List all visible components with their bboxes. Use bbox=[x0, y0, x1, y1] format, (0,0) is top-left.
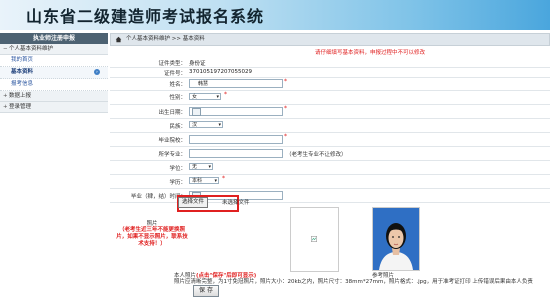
broken-image-icon bbox=[311, 236, 317, 242]
required-mark: * bbox=[224, 91, 227, 98]
photo-label: 照片 bbox=[146, 221, 158, 227]
breadcrumb-text: 个人基本资料维护 >> 基本资料 bbox=[126, 36, 205, 42]
sidebar-item-basic-info[interactable]: 基本资料 › bbox=[0, 67, 108, 79]
row-gender: 性别： 女 * bbox=[110, 90, 550, 105]
app-title: 山东省二级建造师考试报名系统 bbox=[26, 7, 265, 26]
sidebar-item-exam-info[interactable]: 报考信息 bbox=[0, 79, 108, 91]
id-number-label: 证件号： bbox=[163, 71, 186, 77]
id-type-label: 证件类型： bbox=[158, 61, 186, 67]
row-name: 姓名： 韩慧 * bbox=[110, 77, 550, 91]
header-banner: 山东省二级建造师考试报名系统 bbox=[0, 0, 550, 30]
birth-label: 出生日期： bbox=[158, 110, 186, 116]
calendar-icon[interactable] bbox=[192, 108, 201, 116]
row-major: 所学专业： （老考生专业不让修改） bbox=[110, 146, 550, 161]
major-label: 所学专业： bbox=[158, 152, 186, 158]
row-education: 学历： 本科 * bbox=[110, 174, 550, 189]
sidebar-group-label: 登录管理 bbox=[9, 104, 32, 110]
sidebar-group-login[interactable]: + 登录管理 bbox=[0, 102, 108, 113]
sidebar-item-home[interactable]: 我的首页 bbox=[0, 55, 108, 67]
row-school: 毕业院校： * bbox=[110, 132, 550, 147]
row-ethnic: 民族： 汉 bbox=[110, 118, 550, 133]
required-mark: * bbox=[222, 175, 225, 182]
sidebar-group-upload[interactable]: + 数据上报 bbox=[0, 91, 108, 102]
home-icon bbox=[115, 36, 122, 43]
name-value: 韩慧 bbox=[198, 81, 209, 87]
school-input[interactable] bbox=[189, 135, 283, 144]
row-graduation: 毕业（肄，结）时间： bbox=[110, 188, 550, 203]
degree-label: 学位： bbox=[169, 166, 186, 172]
education-select[interactable]: 本科 bbox=[189, 177, 219, 185]
gender-label: 性别： bbox=[169, 95, 186, 101]
ethnic-label: 民族： bbox=[169, 124, 186, 130]
education-label: 学历： bbox=[169, 180, 186, 186]
required-mark: * bbox=[284, 133, 287, 140]
row-birth: 出生日期： * bbox=[110, 104, 550, 119]
sidebar-header: 执业师注册申报 bbox=[0, 33, 108, 44]
id-number-value: 370105197207055029 bbox=[189, 69, 252, 75]
sidebar-group-label: 个人基本资料维护 bbox=[9, 46, 54, 52]
save-button[interactable]: 保 存 bbox=[193, 285, 219, 297]
sample-photo bbox=[372, 207, 420, 271]
major-input[interactable] bbox=[189, 149, 283, 158]
name-label: 姓名： bbox=[169, 82, 186, 88]
gender-select[interactable]: 女 bbox=[189, 93, 221, 101]
uploaded-photo-placeholder bbox=[290, 207, 339, 272]
main-content: 个人基本资料维护 >> 基本资料 请仔细填写基本资料，申报过程中不可以修改 证件… bbox=[110, 33, 550, 303]
major-note: （老考生专业不让修改） bbox=[286, 152, 347, 158]
birth-date-input[interactable] bbox=[189, 107, 283, 116]
id-type-value: 身份证 bbox=[189, 61, 206, 67]
ethnic-select[interactable]: 汉 bbox=[189, 121, 223, 129]
choose-file-button[interactable]: 选择文件 bbox=[178, 197, 209, 208]
row-degree: 学位： 无 bbox=[110, 160, 550, 175]
arrow-circle-icon: › bbox=[94, 69, 100, 75]
file-status: 未选择文件 bbox=[222, 200, 250, 206]
sidebar: 执业师注册申报 − 个人基本资料维护 我的首页 基本资料 › 报考信息 + 数据… bbox=[0, 33, 108, 303]
required-mark: * bbox=[284, 78, 287, 85]
school-label: 毕业院校： bbox=[158, 138, 186, 144]
sidebar-item-label: 基本资料 bbox=[11, 69, 34, 75]
breadcrumb: 个人基本资料维护 >> 基本资料 bbox=[110, 33, 550, 46]
name-input[interactable]: 韩慧 bbox=[189, 79, 283, 88]
photo-warning: （老考生近三年不能更换照片，如果不显示照片，联系技术支持！） bbox=[116, 227, 188, 247]
degree-select[interactable]: 无 bbox=[189, 163, 213, 171]
photo-requirements: 照片应清晰完整，为1寸免冠照片，照片大小：20kb之内，照片尺寸：38mm*27… bbox=[174, 279, 533, 285]
notice-text: 请仔细填写基本资料，申报过程中不可以修改 bbox=[315, 50, 426, 56]
required-mark: * bbox=[284, 105, 287, 112]
sidebar-group-label: 数据上报 bbox=[9, 93, 32, 99]
sidebar-group-profile[interactable]: − 个人基本资料维护 bbox=[0, 44, 108, 55]
sample-portrait-image bbox=[373, 208, 419, 270]
